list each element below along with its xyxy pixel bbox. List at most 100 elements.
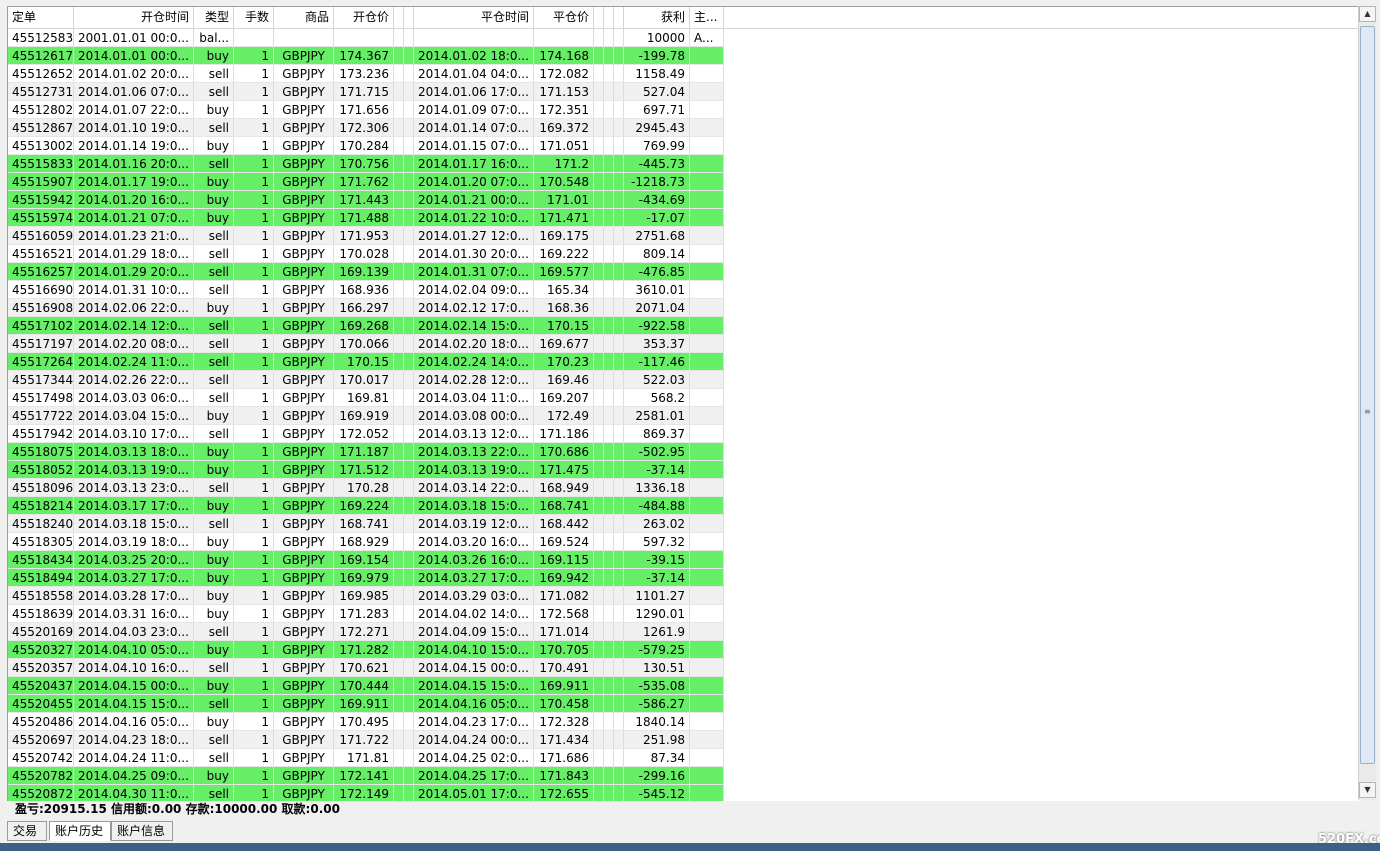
- lots-cell: 1: [234, 785, 274, 801]
- table-row[interactable]: 45518494 2014.03.27 17:0... buy 1 GBPJPY 169.…: [8, 569, 724, 587]
- table-row[interactable]: 45518096 2014.03.13 23:0... sell 1 GBPJPY 170…: [8, 479, 724, 497]
- table-row[interactable]: 45517197 2014.02.20 08:0... sell 1 GBPJPY 170…: [8, 335, 724, 353]
- col-close-price-header[interactable]: 平仓价: [534, 7, 594, 28]
- table-row[interactable]: 45516690 2014.01.31 10:0... sell 1 GBPJPY 168…: [8, 281, 724, 299]
- table-row[interactable]: 45518052 2014.03.13 19:0... buy 1 GBPJPY 171.…: [8, 461, 724, 479]
- open-time-cell: 2014.01.17 19:0...: [74, 173, 194, 191]
- table-row[interactable]: 45518639 2014.03.31 16:0... buy 1 GBPJPY 171.…: [8, 605, 724, 623]
- table-row[interactable]: 45520455 2014.04.15 15:0... sell 1 GBPJPY 169…: [8, 695, 724, 713]
- swap-cell: [614, 155, 624, 173]
- table-row[interactable]: 45520697 2014.04.23 18:0... sell 1 GBPJPY 171…: [8, 731, 724, 749]
- table-row[interactable]: 45513002 2014.01.14 19:0... buy 1 GBPJPY 170.…: [8, 137, 724, 155]
- table-row[interactable]: 45520782 2014.04.25 09:0... buy 1 GBPJPY 172.…: [8, 767, 724, 785]
- table-row[interactable]: 45517942 2014.03.10 17:0... sell 1 GBPJPY 172…: [8, 425, 724, 443]
- table-row[interactable]: 45517722 2014.03.04 15:0... buy 1 GBPJPY 169.…: [8, 407, 724, 425]
- col-swap-header[interactable]: [614, 7, 624, 28]
- scroll-down-icon[interactable]: ▼: [1359, 782, 1376, 798]
- table-row[interactable]: 45520357 2014.04.10 16:0... sell 1 GBPJPY 170…: [8, 659, 724, 677]
- col-close-time-header[interactable]: 平仓时间: [414, 7, 534, 28]
- symbol-cell: GBPJPY: [274, 443, 334, 461]
- profit-cell: -586.27: [624, 695, 690, 713]
- table-row[interactable]: 45520327 2014.04.10 05:0... buy 1 GBPJPY 171.…: [8, 641, 724, 659]
- tax-cell: [604, 731, 614, 749]
- tp-cell: [404, 461, 414, 479]
- table-row[interactable]: 45512731 2014.01.06 07:0... sell 1 GBPJPY 171…: [8, 83, 724, 101]
- commission-cell: [594, 137, 604, 155]
- col-profit-header[interactable]: 获利: [624, 7, 690, 28]
- open-price-cell: 171.512: [334, 461, 394, 479]
- swap-cell: [614, 605, 624, 623]
- col-sl-header[interactable]: [394, 7, 404, 28]
- col-commission-header[interactable]: [594, 7, 604, 28]
- col-order-header[interactable]: 定单: [8, 7, 74, 28]
- scroll-up-icon[interactable]: ▲: [1359, 6, 1376, 22]
- tab-account-info[interactable]: 账户信息: [111, 821, 173, 841]
- table-row[interactable]: 45516521 2014.01.29 18:0... sell 1 GBPJPY 170…: [8, 245, 724, 263]
- table-row[interactable]: 45517344 2014.02.26 22:0... sell 1 GBPJPY 170…: [8, 371, 724, 389]
- table-row[interactable]: 45515942 2014.01.20 16:0... buy 1 GBPJPY 171.…: [8, 191, 724, 209]
- table-row[interactable]: 45512617 2014.01.01 00:0... buy 1 GBPJPY 174.…: [8, 47, 724, 65]
- table-row[interactable]: 45515907 2014.01.17 19:0... buy 1 GBPJPY 171.…: [8, 173, 724, 191]
- table-row[interactable]: 45516908 2014.02.06 22:0... buy 1 GBPJPY 166.…: [8, 299, 724, 317]
- table-row[interactable]: 45518558 2014.03.28 17:0... buy 1 GBPJPY 169.…: [8, 587, 724, 605]
- profit-cell: 10000: [624, 29, 690, 47]
- tax-cell: [604, 569, 614, 587]
- comment-cell: [690, 731, 724, 749]
- order-cell: 45517264: [8, 353, 74, 371]
- tax-cell: [604, 299, 614, 317]
- col-symbol-header[interactable]: 商品: [274, 7, 334, 28]
- table-row[interactable]: 45520169 2014.04.03 23:0... sell 1 GBPJPY 172…: [8, 623, 724, 641]
- table-row[interactable]: 45518434 2014.03.25 20:0... buy 1 GBPJPY 169.…: [8, 551, 724, 569]
- tab-account-history[interactable]: 账户历史: [49, 821, 111, 841]
- table-row[interactable]: 45520437 2014.04.15 00:0... buy 1 GBPJPY 170.…: [8, 677, 724, 695]
- col-comment-header[interactable]: 主...: [690, 7, 724, 28]
- table-row[interactable]: 45515833 2014.01.16 20:0... sell 1 GBPJPY 170…: [8, 155, 724, 173]
- tp-cell: [404, 137, 414, 155]
- symbol-cell: GBPJPY: [274, 767, 334, 785]
- table-row[interactable]: 45517102 2014.02.14 12:0... sell 1 GBPJPY 169…: [8, 317, 724, 335]
- col-lots-header[interactable]: 手数: [234, 7, 274, 28]
- profit-cell: 2071.04: [624, 299, 690, 317]
- col-open-time-header[interactable]: 开仓时间: [74, 7, 194, 28]
- table-row[interactable]: 45518214 2014.03.17 17:0... buy 1 GBPJPY 169.…: [8, 497, 724, 515]
- col-type-header[interactable]: 类型: [194, 7, 234, 28]
- table-row[interactable]: 45517498 2014.03.03 06:0... sell 1 GBPJPY 169…: [8, 389, 724, 407]
- profit-cell: 130.51: [624, 659, 690, 677]
- open-time-cell: 2014.01.02 20:0...: [74, 65, 194, 83]
- swap-cell: [614, 389, 624, 407]
- tax-cell: [604, 713, 614, 731]
- col-tax-header[interactable]: [604, 7, 614, 28]
- order-cell: 45516521: [8, 245, 74, 263]
- table-row[interactable]: 45517264 2014.02.24 11:0... sell 1 GBPJPY 170…: [8, 353, 724, 371]
- table-row[interactable]: 45512802 2014.01.07 22:0... buy 1 GBPJPY 171.…: [8, 101, 724, 119]
- lots-cell: 1: [234, 479, 274, 497]
- tab-trade[interactable]: 交易: [7, 821, 47, 841]
- sl-cell: [394, 65, 404, 83]
- table-row[interactable]: 45512652 2014.01.02 20:0... sell 1 GBPJPY 173…: [8, 65, 724, 83]
- close-time-cell: 2014.01.20 07:0...: [414, 173, 534, 191]
- table-row[interactable]: 45520742 2014.04.24 11:0... sell 1 GBPJPY 171…: [8, 749, 724, 767]
- symbol-cell: GBPJPY: [274, 533, 334, 551]
- lots-cell: 1: [234, 173, 274, 191]
- table-row[interactable]: 45518305 2014.03.19 18:0... buy 1 GBPJPY 168.…: [8, 533, 724, 551]
- table-row[interactable]: 45518240 2014.03.18 15:0... sell 1 GBPJPY 168…: [8, 515, 724, 533]
- vertical-scrollbar[interactable]: ▲ ≡ ▼: [1358, 6, 1376, 800]
- col-open-price-header[interactable]: 开仓价: [334, 7, 394, 28]
- scroll-thumb[interactable]: ≡: [1360, 26, 1375, 764]
- table-row[interactable]: 45516257 2014.01.29 20:0... sell 1 GBPJPY 169…: [8, 263, 724, 281]
- table-row[interactable]: 45512583 2001.01.01 00:0... bal... 10000 A..…: [8, 29, 724, 47]
- comment-cell: [690, 695, 724, 713]
- close-time-cell: 2014.05.01 17:0...: [414, 785, 534, 801]
- table-row[interactable]: 45516059 2014.01.23 21:0... sell 1 GBPJPY 171…: [8, 227, 724, 245]
- close-time-cell: 2014.03.29 03:0...: [414, 587, 534, 605]
- col-tp-header[interactable]: [404, 7, 414, 28]
- table-row[interactable]: 45520872 2014.04.30 11:0... sell 1 GBPJPY 172…: [8, 785, 724, 801]
- type-cell: sell: [194, 731, 234, 749]
- table-row[interactable]: 45512867 2014.01.10 19:0... sell 1 GBPJPY 172…: [8, 119, 724, 137]
- open-price-cell: 169.985: [334, 587, 394, 605]
- table-row[interactable]: 45518075 2014.03.13 18:0... buy 1 GBPJPY 171.…: [8, 443, 724, 461]
- table-row[interactable]: 45515974 2014.01.21 07:0... buy 1 GBPJPY 171.…: [8, 209, 724, 227]
- sl-cell: [394, 605, 404, 623]
- table-row[interactable]: 45520486 2014.04.16 05:0... buy 1 GBPJPY 170.…: [8, 713, 724, 731]
- lots-cell: 1: [234, 425, 274, 443]
